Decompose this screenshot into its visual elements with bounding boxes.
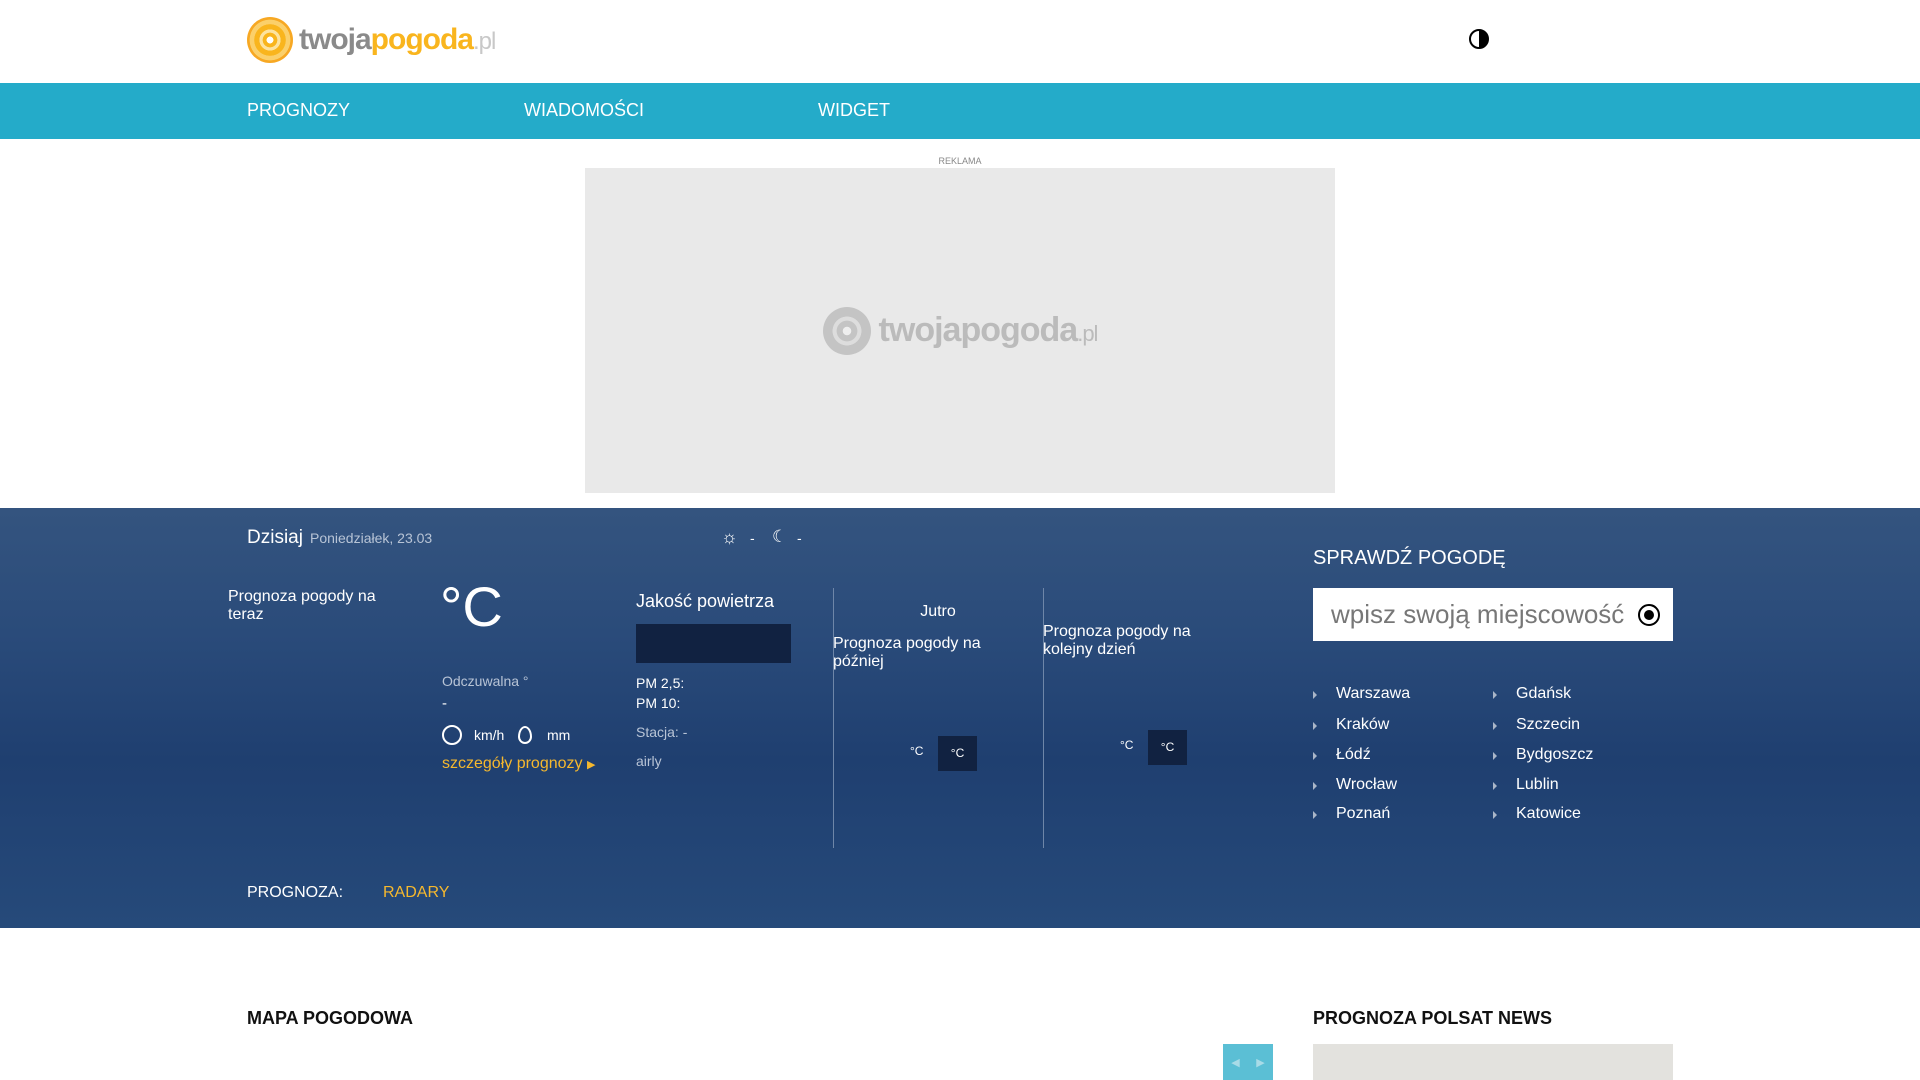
forecast-details-link[interactable]: szczegóły prognozy ▶ bbox=[442, 755, 595, 773]
bullet-arrow-icon bbox=[1313, 811, 1317, 819]
later-temp-day: °C bbox=[910, 744, 924, 758]
next-day-weather-image: Prognoza pogody na kolejny dzień bbox=[1043, 623, 1191, 658]
bullet-arrow-icon bbox=[1493, 722, 1497, 730]
rain-unit: mm bbox=[547, 727, 571, 743]
nextday-temp-night: °C bbox=[1148, 730, 1187, 765]
bullet-arrow-icon bbox=[1493, 811, 1497, 819]
rain-drop-icon bbox=[518, 726, 532, 744]
logo-text: twoja bbox=[299, 23, 372, 56]
nextday-temp-day: °C bbox=[1120, 738, 1134, 752]
details-link-label: szczegóły prognozy bbox=[442, 755, 583, 772]
bullet-arrow-icon bbox=[1313, 722, 1317, 730]
moon-icon: ☾ bbox=[772, 527, 788, 546]
forecast-bar-label: PROGNOZA: bbox=[247, 884, 344, 901]
bullet-arrow-icon bbox=[1493, 752, 1497, 760]
later-temp-night: °C bbox=[938, 736, 977, 771]
nav-widget[interactable]: WIDGET bbox=[818, 100, 890, 121]
polsat-video-player[interactable] bbox=[1313, 1044, 1673, 1080]
bullet-arrow-icon bbox=[1493, 691, 1497, 699]
today-date: Poniedziałek, 23.03 bbox=[310, 530, 433, 546]
current-temp: °C bbox=[440, 575, 503, 638]
pm25-label: PM 2,5: bbox=[636, 675, 685, 691]
today-title: Dzisiaj bbox=[247, 527, 303, 548]
location-search-input[interactable] bbox=[1313, 588, 1673, 641]
city-link[interactable]: Szczecin bbox=[1516, 716, 1580, 734]
map-carousel-controls: ◀ ▶ bbox=[1223, 1044, 1273, 1080]
city-link[interactable]: Katowice bbox=[1516, 805, 1581, 823]
ad-label: REKLAMA bbox=[938, 156, 982, 166]
bullet-arrow-icon bbox=[1313, 782, 1317, 790]
now-weather-image: Prognoza pogody na teraz bbox=[228, 588, 376, 623]
later-weather-image: Prognoza pogody na później bbox=[833, 635, 981, 670]
main-nav: PROGNOZY WIADOMOŚCI WIDGET bbox=[0, 83, 1920, 139]
nav-prognozy[interactable]: PROGNOZY bbox=[247, 100, 350, 121]
tomorrow-title: Jutro bbox=[920, 603, 956, 620]
airly-logo[interactable]: airly bbox=[636, 753, 662, 769]
air-quality-title: Jakość powietrza bbox=[636, 591, 775, 611]
logo[interactable]: twojapogoda.pl bbox=[247, 16, 496, 64]
sunrise-value: - bbox=[750, 530, 755, 546]
geolocate-icon[interactable] bbox=[1638, 604, 1660, 626]
city-link[interactable]: Gdańsk bbox=[1516, 685, 1571, 703]
city-link[interactable]: Łódź bbox=[1336, 746, 1371, 764]
wind-unit: km/h bbox=[474, 727, 505, 743]
city-link[interactable]: Lublin bbox=[1516, 776, 1559, 794]
city-link[interactable]: Bydgoszcz bbox=[1516, 746, 1593, 764]
air-quality-index bbox=[636, 624, 791, 663]
city-link[interactable]: Warszawa bbox=[1336, 685, 1410, 703]
ad-logo-text: twojapogoda.pl bbox=[878, 311, 1099, 349]
city-link[interactable]: Wrocław bbox=[1336, 776, 1397, 794]
check-weather-title: SPRAWDŹ POGODĘ bbox=[1313, 547, 1506, 569]
sunset-value: - bbox=[797, 530, 802, 546]
caret-right-icon: ▶ bbox=[586, 759, 596, 771]
radary-link[interactable]: RADARY bbox=[383, 884, 449, 902]
feels-like-label: Odczuwalna ° bbox=[442, 673, 529, 689]
logo-text: pogoda bbox=[370, 23, 474, 56]
wind-icon bbox=[442, 725, 462, 745]
logo-text: .pl bbox=[472, 28, 496, 55]
polsat-news-title: PROGNOZA POLSAT NEWS bbox=[1313, 1008, 1553, 1028]
sun-icon: ☼ bbox=[721, 527, 738, 547]
logo-sun-icon bbox=[247, 17, 293, 63]
next-arrow-icon[interactable]: ▶ bbox=[1256, 1056, 1264, 1069]
bullet-arrow-icon bbox=[1313, 691, 1317, 699]
bullet-arrow-icon bbox=[1493, 782, 1497, 790]
weather-map-title: MAPA POGODOWA bbox=[247, 1008, 413, 1028]
pm10-label: PM 10: bbox=[636, 695, 681, 711]
divider bbox=[833, 588, 834, 848]
bullet-arrow-icon bbox=[1313, 752, 1317, 760]
ad-logo-icon bbox=[822, 306, 871, 355]
feels-like-value: - bbox=[442, 695, 447, 712]
nav-wiadomosci[interactable]: WIADOMOŚCI bbox=[524, 100, 644, 121]
station-label: Stacja: - bbox=[636, 724, 688, 740]
weather-hero bbox=[0, 508, 1920, 928]
city-link[interactable]: Poznań bbox=[1336, 805, 1390, 823]
ad-placeholder[interactable]: twojapogoda.pl bbox=[585, 168, 1335, 493]
city-link[interactable]: Kraków bbox=[1336, 716, 1389, 734]
contrast-icon[interactable] bbox=[1469, 29, 1489, 49]
prev-arrow-icon[interactable]: ◀ bbox=[1231, 1056, 1239, 1069]
